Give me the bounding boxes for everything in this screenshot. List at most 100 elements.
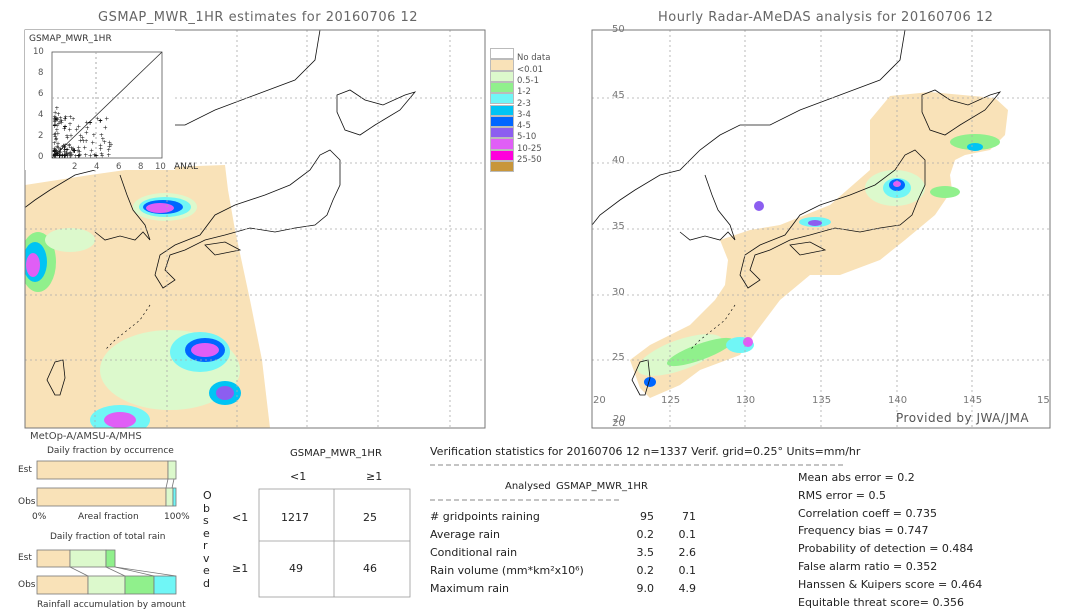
legend-label: No data [517, 53, 551, 64]
scatter-point: + [98, 117, 103, 124]
axis-right: 100% [164, 512, 190, 522]
sensor-label: MetOp-A/AMSU-A/MHS [30, 431, 142, 442]
inset-y-tick: 8 [38, 68, 44, 78]
scatter-point: + [54, 127, 59, 134]
axis-mid: Areal fraction [78, 512, 139, 522]
legend-swatch [490, 70, 514, 82]
credit-text: Provided by JWA/JMA [896, 411, 1030, 425]
stat-analysed-value: 95 [640, 510, 654, 523]
scatter-point: + [71, 116, 76, 123]
scatter-point: + [89, 147, 94, 154]
score-item: RMS error = 0.5 [798, 488, 886, 502]
lat-tick: 25 [612, 352, 625, 363]
verification-figure: + + + + + + + + + + + + + + + + + + + + + + + + + + + + + + + + + + + + + + + +… [0, 0, 1080, 612]
col-header: ≥1 [366, 470, 383, 483]
scatter-point: + [84, 119, 89, 126]
corner-tick: 50 [612, 24, 625, 35]
score-item: False alarm ratio = 0.352 [798, 560, 938, 573]
legend-label: 5-10 [517, 132, 537, 143]
legend-swatch [490, 161, 514, 173]
legend-label: 10-25 [517, 143, 542, 154]
stat-est-value: 71 [682, 510, 696, 523]
lon-tick: 145 [963, 395, 983, 406]
legend-label: 1-2 [517, 87, 531, 98]
inset-x-tick: 8 [138, 162, 144, 172]
scatter-point: + [94, 153, 99, 160]
row-header: ≥1 [232, 562, 249, 575]
legend-swatch [490, 115, 514, 128]
col-header: <1 [290, 470, 307, 483]
obs-label: Obs [18, 497, 36, 507]
left-map: ++++++++ ++++++++++ +++++++++ ++++++++ +++++… [24, 29, 486, 429]
legend-swatch [490, 93, 514, 105]
legend-swatch [490, 81, 514, 94]
inset-x-tick: 2 [72, 162, 78, 172]
stat-analysed-value: 0.2 [636, 564, 655, 577]
inset-y-tick: 6 [38, 89, 44, 99]
cell-obs-lt1-est-ge1: 25 [363, 511, 377, 524]
scatter-point: + [69, 152, 74, 159]
score-item: Correlation coeff = 0.735 [798, 506, 937, 520]
stat-est-value: 0.1 [678, 528, 697, 541]
observed-axis-label: Observed [203, 489, 212, 590]
scatter-point: + [103, 124, 108, 131]
stat-row-label: Average rain [430, 528, 500, 541]
scatter-point: + [84, 130, 89, 137]
legend-label: <0.01 [517, 64, 544, 75]
lon-tick: 15 [1037, 395, 1050, 406]
stat-analysed-value: 0.2 [636, 528, 655, 541]
score-item: Frequency bias = 0.747 [798, 524, 929, 538]
scatter-point: + [64, 150, 69, 157]
inset-y-tick: 2 [38, 131, 44, 141]
est-label-2: Est [18, 553, 32, 563]
scatter-point: + [98, 146, 103, 153]
stat-est-value: 2.6 [678, 546, 697, 559]
score-item: Probability of detection = 0.484 [798, 542, 974, 556]
cell-obs-ge1-est-lt1: 49 [289, 562, 303, 575]
inset-x-tick: 4 [94, 162, 100, 172]
legend-label: 25-50 [517, 155, 542, 165]
col-analysed: Analysed [505, 481, 551, 492]
lat-tick: 35 [612, 221, 625, 232]
contingency-title: GSMAP_MWR_1HR [290, 448, 382, 459]
total-rain-caption: Rainfall accumulation by amount [37, 600, 186, 610]
lat-tick: 45 [612, 90, 625, 101]
legend-label: 3-4 [517, 109, 531, 120]
left-map-title: GSMAP_MWR_1HR estimates for 20160706 12 [98, 10, 419, 25]
legend-label: 0.5-1 [517, 75, 539, 86]
legend-swatch [490, 149, 514, 161]
stat-row-label: # gridpoints raining [430, 510, 540, 523]
corner-tick: 20 [613, 414, 626, 425]
total-rain-bars [36, 549, 177, 595]
scatter-point: + [77, 152, 82, 159]
scatter-point: + [107, 140, 112, 147]
stat-analysed-value: 3.5 [636, 546, 655, 559]
right-map [591, 29, 1051, 429]
inset-y-tick: 10 [33, 47, 44, 57]
lat-tick: 30 [612, 287, 625, 298]
total-rain-title: Daily fraction of total rain [50, 532, 166, 542]
cell-obs-lt1-est-lt1: 1217 [281, 511, 309, 524]
scatter-point: + [53, 134, 58, 141]
scatter-point: + [69, 132, 74, 139]
stat-est-value: 0.1 [678, 564, 697, 577]
scatter-point: + [82, 145, 87, 152]
lon-tick: 130 [736, 395, 756, 406]
legend-swatch [490, 127, 514, 139]
scatter-point: + [74, 126, 79, 133]
right-map-title: Hourly Radar-AMeDAS analysis for 2016070… [658, 10, 994, 25]
legend-swatch [490, 48, 514, 60]
stat-row-label: Conditional rain [430, 546, 518, 559]
inset-x-tick: 6 [116, 162, 122, 172]
scatter-point: + [54, 105, 59, 112]
scatter-point: + [90, 139, 95, 146]
corner-tick: 20 [593, 395, 606, 406]
col-est: GSMAP_MWR_1HR [556, 481, 648, 492]
stats-header: Verification statistics for 20160706 12 … [430, 445, 861, 458]
scatter-point: + [62, 124, 67, 131]
scatter-point: + [55, 143, 60, 150]
occurrence-bars [36, 460, 177, 507]
contingency-grid [258, 488, 411, 598]
lon-tick: 125 [661, 395, 681, 406]
score-item: Equitable threat score= 0.356 [798, 595, 964, 609]
